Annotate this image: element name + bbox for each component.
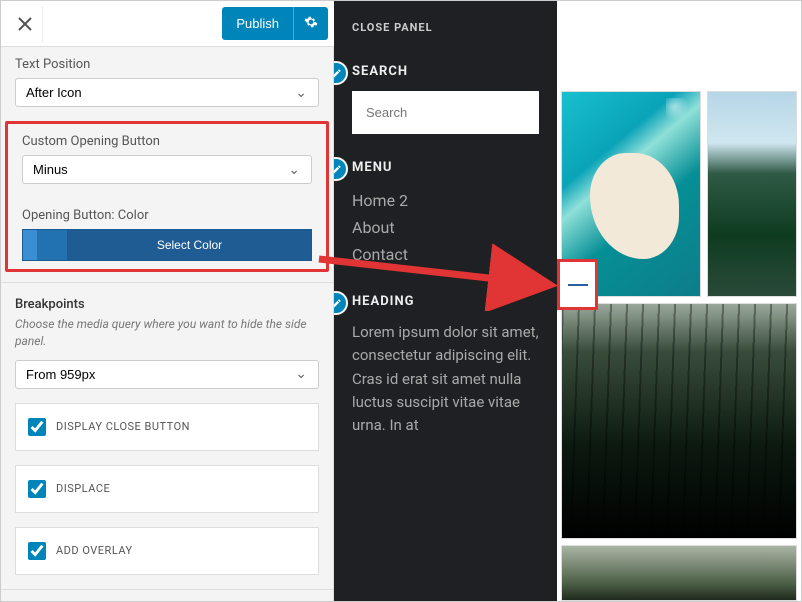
heading-body-text: Lorem ipsum dolor sit amet, consectetur … xyxy=(352,321,539,437)
panel-position-label: Panel Position xyxy=(1,589,333,601)
menu-item[interactable]: About xyxy=(352,214,539,241)
menu-section-title: MENU xyxy=(352,160,539,175)
pencil-icon xyxy=(334,68,342,79)
gear-icon xyxy=(304,15,318,29)
displace-checkbox[interactable] xyxy=(28,480,46,498)
display-close-button-label: DISPLAY CLOSE BUTTON xyxy=(56,420,190,433)
publish-settings-button[interactable] xyxy=(293,7,328,40)
edit-heading-button[interactable] xyxy=(334,291,348,315)
menu-item[interactable]: Contact xyxy=(352,241,539,268)
custom-opening-button-select[interactable]: Minus xyxy=(22,155,312,184)
customizer-panel: Text Position After Icon ⌄ Custom Openin… xyxy=(1,47,334,601)
publish-button[interactable]: Publish xyxy=(222,7,293,40)
breakpoints-select[interactable]: From 959px xyxy=(15,360,319,389)
pencil-icon xyxy=(334,298,342,309)
close-customizer-button[interactable] xyxy=(7,6,43,42)
pencil-icon xyxy=(334,164,342,175)
gallery-tile[interactable] xyxy=(707,91,797,297)
breakpoints-label: Breakpoints xyxy=(1,282,333,316)
close-panel-label[interactable]: CLOSE PANEL xyxy=(352,15,539,64)
display-close-button-checkbox[interactable] xyxy=(28,418,46,436)
displace-label: DISPLACE xyxy=(56,482,110,495)
highlight-region: Custom Opening Button Minus ⌄ Opening Bu… xyxy=(5,121,329,272)
breakpoints-description: Choose the media query where you want to… xyxy=(1,316,333,360)
display-close-button-option[interactable]: DISPLAY CLOSE BUTTON xyxy=(15,403,319,451)
text-position-label: Text Position xyxy=(1,47,333,78)
text-position-select[interactable]: After Icon xyxy=(15,78,319,107)
edit-menu-button[interactable] xyxy=(334,157,348,181)
search-input[interactable] xyxy=(352,91,539,134)
gallery-tile[interactable] xyxy=(561,545,797,601)
color-swatch[interactable] xyxy=(22,229,68,261)
edit-search-button[interactable] xyxy=(334,61,348,85)
panel-opening-button[interactable] xyxy=(557,259,598,310)
minus-icon xyxy=(568,284,588,286)
side-panel-preview: CLOSE PANEL SEARCH MENU Home 2 About Con… xyxy=(334,1,557,601)
add-overlay-label: ADD OVERLAY xyxy=(56,544,133,557)
heading-section-title: HEADING xyxy=(352,294,539,309)
displace-option[interactable]: DISPLACE xyxy=(15,465,319,513)
add-overlay-option[interactable]: ADD OVERLAY xyxy=(15,527,319,575)
opening-button-color-label: Opening Button: Color xyxy=(8,198,326,229)
select-color-button[interactable]: Select Color xyxy=(68,229,312,261)
gallery-tile[interactable] xyxy=(561,303,797,539)
close-icon xyxy=(18,17,32,31)
search-section-title: SEARCH xyxy=(352,64,539,79)
menu-item[interactable]: Home 2 xyxy=(352,187,539,214)
add-overlay-checkbox[interactable] xyxy=(28,542,46,560)
custom-opening-button-label: Custom Opening Button xyxy=(8,124,326,155)
